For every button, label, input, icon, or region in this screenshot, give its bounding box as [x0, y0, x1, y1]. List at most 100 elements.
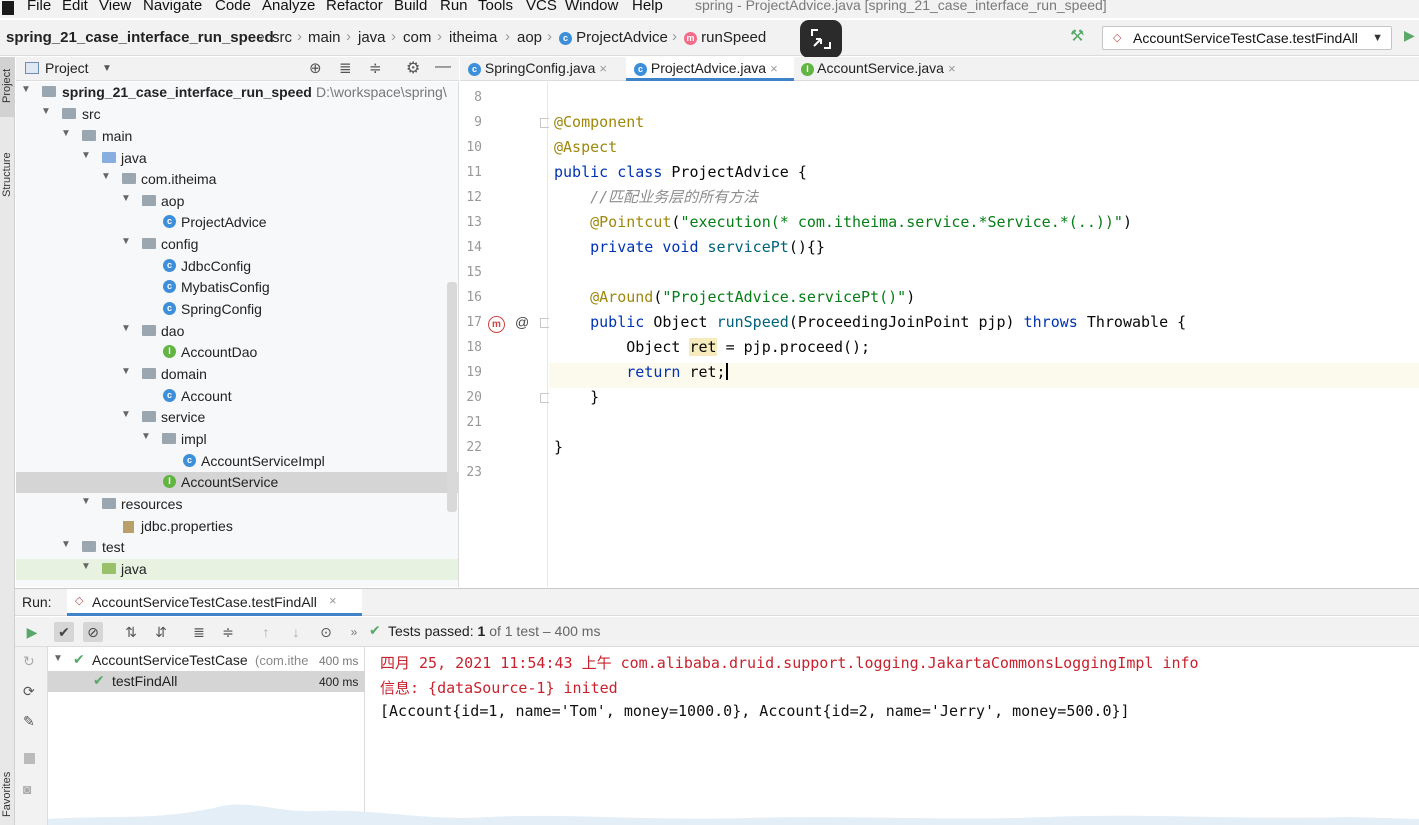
project-view-title[interactable]: Project	[45, 60, 89, 76]
structure-tool-label[interactable]: Structure	[1, 152, 13, 197]
menu-edit[interactable]: Edit	[62, 0, 88, 14]
build-hammer-icon[interactable]: ⚒	[1070, 26, 1084, 46]
expand-all-icon[interactable]: ≣	[339, 59, 352, 77]
tree-item-accountservice[interactable]: I AccountService	[16, 472, 458, 493]
chevron-down-icon[interactable]: ▼	[61, 128, 71, 139]
collapse-all-icon[interactable]: ≑	[369, 59, 382, 77]
tree-item-impl[interactable]: ▼ impl	[16, 429, 458, 450]
next-failed-icon[interactable]: ↓	[286, 622, 306, 642]
sort-alpha-icon[interactable]: ⇅	[121, 622, 141, 642]
wrench-icon[interactable]: ✎	[23, 713, 35, 730]
sort-duration-icon[interactable]: ⇵	[151, 622, 171, 642]
menu-navigate[interactable]: Navigate	[143, 0, 202, 14]
tree-item-dao[interactable]: ▼ dao	[16, 321, 458, 342]
tab-springconfig[interactable]: c SpringConfig.java ×	[468, 57, 607, 81]
tree-item-jdbcconfig[interactable]: c JdbcConfig	[16, 256, 458, 277]
locate-icon[interactable]: ⊕	[309, 59, 322, 77]
breadcrumb-java[interactable]: java	[358, 29, 386, 46]
breadcrumb-main[interactable]: main	[308, 29, 341, 46]
chevron-down-icon[interactable]: ▼	[121, 236, 131, 247]
run-icon[interactable]: ▶	[1404, 27, 1415, 44]
advice-method-icon[interactable]: m	[488, 316, 505, 333]
tree-item-accountserviceimpl[interactable]: c AccountServiceImpl	[16, 451, 458, 472]
tree-scrollbar[interactable]	[447, 282, 457, 512]
expand-all-icon[interactable]: ≣	[189, 622, 209, 642]
collapse-all-icon[interactable]: ≑	[218, 622, 238, 642]
favorites-tool-label[interactable]: Favorites	[1, 772, 13, 817]
menu-view[interactable]: View	[99, 0, 131, 14]
menu-tools[interactable]: Tools	[478, 0, 513, 14]
breadcrumb-itheima[interactable]: itheima	[449, 29, 497, 46]
tree-item-project-root[interactable]: ▼ spring_21_case_interface_run_speed D:\…	[16, 82, 458, 103]
project-tool-label[interactable]: Project	[1, 69, 13, 103]
test-suite-row[interactable]: ▼ ✔ AccountServiceTestCase (com.ithe 400…	[48, 650, 365, 671]
menu-help[interactable]: Help	[632, 0, 663, 14]
close-icon[interactable]: ×	[599, 61, 607, 76]
hide-panel-icon[interactable]: —	[435, 58, 451, 76]
breadcrumb-src[interactable]: src	[272, 29, 292, 46]
tab-projectadvice[interactable]: c ProjectAdvice.java ×	[626, 57, 794, 81]
tree-item-springconfig[interactable]: c SpringConfig	[16, 299, 458, 320]
chevron-down-icon[interactable]: ▼	[121, 409, 131, 420]
more-icon[interactable]: »	[344, 622, 364, 642]
annotation-marker-icon[interactable]: @	[515, 314, 529, 330]
tree-item-src[interactable]: ▼ src	[16, 104, 458, 125]
menu-run[interactable]: Run	[440, 0, 468, 14]
menu-file[interactable]: File	[27, 0, 51, 14]
tree-item-jdbc-properties[interactable]: jdbc.properties	[16, 516, 458, 537]
chevron-down-icon[interactable]: ▼	[41, 106, 51, 117]
test-history-icon[interactable]: ⊙	[316, 622, 336, 642]
stop-icon[interactable]	[24, 753, 35, 764]
run-configuration-select[interactable]: ◇ AccountServiceTestCase.testFindAll ▼	[1102, 26, 1392, 50]
chevron-down-icon[interactable]: ▼	[102, 63, 112, 74]
chevron-down-icon[interactable]: ▼	[21, 84, 31, 95]
breadcrumb-aop[interactable]: aop	[517, 29, 542, 46]
tree-item-aop[interactable]: ▼ aop	[16, 191, 458, 212]
chevron-down-icon[interactable]: ▼	[53, 653, 63, 664]
show-passed-icon[interactable]: ✔	[54, 622, 74, 642]
tree-item-test-java[interactable]: ▼ java	[16, 559, 458, 580]
chevron-down-icon[interactable]: ▼	[121, 193, 131, 204]
tree-item-projectadvice[interactable]: c ProjectAdvice	[16, 212, 458, 233]
chevron-down-icon[interactable]: ▼	[81, 561, 91, 572]
menu-vcs[interactable]: VCS	[526, 0, 557, 14]
tree-item-service[interactable]: ▼ service	[16, 407, 458, 428]
menu-refactor[interactable]: Refactor	[326, 0, 383, 14]
rerun-icon[interactable]: ▶	[22, 622, 42, 642]
chevron-down-icon[interactable]: ▼	[81, 150, 91, 161]
breadcrumb-method[interactable]: m runSpeed	[684, 29, 766, 46]
menu-code[interactable]: Code	[215, 0, 251, 14]
chevron-down-icon[interactable]: ▼	[121, 366, 131, 377]
show-ignored-icon[interactable]: ⊘	[83, 622, 103, 642]
tree-item-mybatisconfig[interactable]: c MybatisConfig	[16, 277, 458, 298]
toggle-auto-test-icon[interactable]: ⟳	[23, 683, 35, 700]
chevron-down-icon[interactable]: ▼	[101, 171, 111, 182]
test-case-row[interactable]: ✔ testFindAll 400 ms	[48, 671, 365, 692]
menu-analyze[interactable]: Analyze	[262, 0, 315, 14]
tree-item-test[interactable]: ▼ test	[16, 537, 458, 558]
breadcrumb-project[interactable]: spring_21_case_interface_run_speed	[6, 29, 274, 46]
close-icon[interactable]: ×	[948, 61, 956, 76]
tab-accountservice[interactable]: I AccountService.java ×	[801, 57, 956, 81]
menu-window[interactable]: Window	[565, 0, 618, 14]
rerun-failed-icon[interactable]: ↻	[23, 653, 35, 670]
run-config-tab[interactable]: ◇ AccountServiceTestCase.testFindAll ×	[67, 589, 362, 616]
code-editor[interactable]: @Component @Aspect public class ProjectA…	[549, 82, 1419, 587]
tree-item-account[interactable]: c Account	[16, 386, 458, 407]
tree-item-config[interactable]: ▼ config	[16, 234, 458, 255]
tree-item-main[interactable]: ▼ main	[16, 126, 458, 147]
breadcrumb-com[interactable]: com	[403, 29, 431, 46]
chevron-down-icon[interactable]: ▼	[121, 323, 131, 334]
chevron-down-icon[interactable]: ▼	[81, 496, 91, 507]
camera-icon[interactable]: ◙	[23, 781, 31, 797]
chevron-down-icon[interactable]: ▼	[141, 431, 151, 442]
menu-build[interactable]: Build	[394, 0, 427, 14]
tree-item-com-itheima[interactable]: ▼ com.itheima	[16, 169, 458, 190]
tree-item-domain[interactable]: ▼ domain	[16, 364, 458, 385]
gear-icon[interactable]: ⚙	[406, 58, 420, 78]
previous-failed-icon[interactable]: ↑	[256, 622, 276, 642]
breadcrumb-class[interactable]: c ProjectAdvice	[559, 29, 668, 46]
close-icon[interactable]: ×	[770, 61, 778, 76]
exit-fullscreen-button[interactable]	[800, 20, 842, 58]
tree-item-resources[interactable]: ▼ resources	[16, 494, 458, 515]
